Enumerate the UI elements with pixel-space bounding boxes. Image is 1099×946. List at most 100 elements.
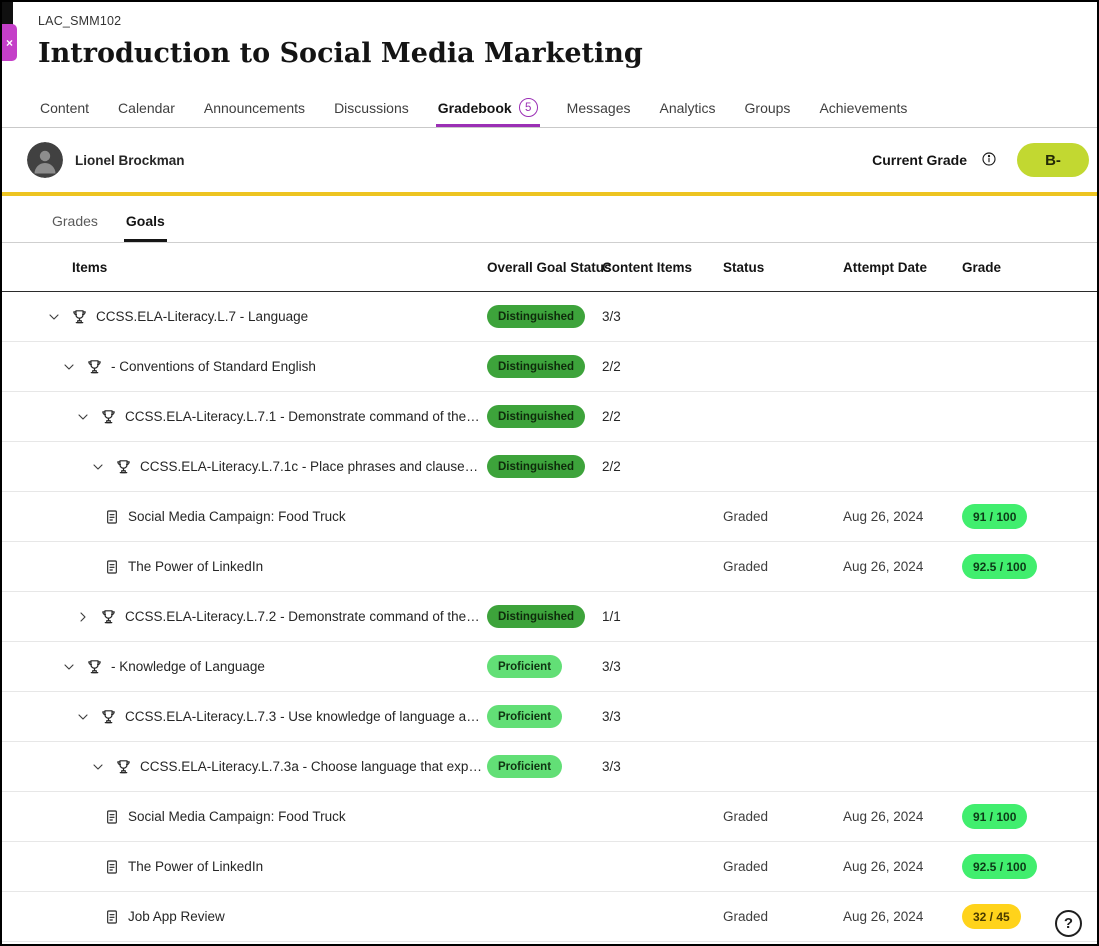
item-status: Graded bbox=[723, 909, 843, 924]
chevron-down-icon bbox=[61, 359, 77, 375]
goal-label: - Knowledge of Language bbox=[111, 659, 265, 674]
attempt-date: Aug 26, 2024 bbox=[843, 509, 962, 524]
course-nav: Content Calendar Announcements Discussio… bbox=[2, 88, 1097, 128]
column-header-status: Status bbox=[723, 260, 843, 275]
table-row: CCSS.ELA-Literacy.L.7.3 - Use knowledge … bbox=[2, 692, 1097, 742]
subtab-goals[interactable]: Goals bbox=[124, 213, 167, 242]
item-status: Graded bbox=[723, 509, 843, 524]
attempt-date: Aug 26, 2024 bbox=[843, 809, 962, 824]
goal-status-badge: Distinguished bbox=[487, 605, 585, 628]
document-icon bbox=[104, 809, 120, 825]
expand-collapse-toggle[interactable] bbox=[89, 758, 107, 776]
grade-pill[interactable]: 32 / 45 bbox=[962, 904, 1021, 929]
table-row: CCSS.ELA-Literacy.L.7.2 - Demonstrate co… bbox=[2, 592, 1097, 642]
chevron-down-icon bbox=[75, 409, 91, 425]
goals-table-header: Items Overall Goal Status Content Items … bbox=[2, 243, 1097, 292]
goal-icon bbox=[86, 358, 103, 375]
table-row: CCSS.ELA-Literacy.L.7.1c - Place phrases… bbox=[2, 442, 1097, 492]
goal-label: - Conventions of Standard English bbox=[111, 359, 316, 374]
tab-calendar[interactable]: Calendar bbox=[116, 88, 177, 127]
table-row: Social Media Campaign: Food Truck Graded… bbox=[2, 792, 1097, 842]
content-items-count: 3/3 bbox=[602, 309, 723, 324]
collapse-panel-tab[interactable]: × bbox=[2, 24, 17, 61]
column-header-grade: Grade bbox=[962, 260, 1097, 275]
goal-icon bbox=[86, 658, 103, 675]
tab-groups[interactable]: Groups bbox=[743, 88, 793, 127]
item-label[interactable]: The Power of LinkedIn bbox=[128, 559, 263, 574]
tab-discussions[interactable]: Discussions bbox=[332, 88, 411, 127]
goal-status-badge: Proficient bbox=[487, 655, 562, 678]
item-label[interactable]: Social Media Campaign: Food Truck bbox=[128, 509, 346, 524]
goal-label: CCSS.ELA-Literacy.L.7.3 - Use knowledge … bbox=[125, 709, 483, 724]
item-status: Graded bbox=[723, 809, 843, 824]
table-row: The Power of LinkedIn Graded Aug 26, 202… bbox=[2, 842, 1097, 892]
attempt-date: Aug 26, 2024 bbox=[843, 909, 962, 924]
grade-pill[interactable]: 92.5 / 100 bbox=[962, 554, 1037, 579]
current-grade-pill[interactable]: B- bbox=[1017, 143, 1089, 177]
grade-pill[interactable]: 91 / 100 bbox=[962, 504, 1027, 529]
tab-announcements[interactable]: Announcements bbox=[202, 88, 307, 127]
chevron-down-icon bbox=[46, 309, 62, 325]
subtab-grades[interactable]: Grades bbox=[50, 213, 100, 242]
goal-status-badge: Distinguished bbox=[487, 355, 585, 378]
expand-collapse-toggle[interactable] bbox=[60, 358, 78, 376]
chevron-down-icon bbox=[90, 459, 106, 475]
content-items-count: 3/3 bbox=[602, 709, 723, 724]
expand-collapse-toggle[interactable] bbox=[60, 658, 78, 676]
content-items-count: 3/3 bbox=[602, 659, 723, 674]
course-header: LAC_SMM102 Introduction to Social Media … bbox=[2, 2, 1097, 72]
current-grade-label: Current Grade bbox=[872, 152, 967, 168]
table-row: - Conventions of Standard English Distin… bbox=[2, 342, 1097, 392]
expand-collapse-toggle[interactable] bbox=[45, 308, 63, 326]
item-label[interactable]: The Power of LinkedIn bbox=[128, 859, 263, 874]
table-row: The Power of LinkedIn Graded Aug 26, 202… bbox=[2, 542, 1097, 592]
course-code: LAC_SMM102 bbox=[38, 13, 1097, 29]
expand-collapse-toggle[interactable] bbox=[74, 408, 92, 426]
info-icon[interactable] bbox=[979, 150, 999, 170]
table-row: Social Media Campaign: Food Truck Graded… bbox=[2, 492, 1097, 542]
goal-status-badge: Proficient bbox=[487, 755, 562, 778]
goal-icon bbox=[100, 408, 117, 425]
expand-collapse-toggle[interactable] bbox=[89, 458, 107, 476]
page-title: Introduction to Social Media Marketing bbox=[38, 36, 1097, 72]
chevron-down-icon bbox=[90, 759, 106, 775]
tab-messages[interactable]: Messages bbox=[565, 88, 633, 127]
current-grade-group: Current Grade B- bbox=[872, 143, 1089, 177]
goal-label: CCSS.ELA-Literacy.L.7.1c - Place phrases… bbox=[140, 459, 483, 474]
document-icon bbox=[104, 909, 120, 925]
avatar[interactable] bbox=[27, 142, 63, 178]
student-summary-bar: Lionel Brockman Current Grade B- bbox=[2, 128, 1097, 196]
course-gradebook-window: × LAC_SMM102 Introduction to Social Medi… bbox=[0, 0, 1099, 946]
table-row: CCSS.ELA-Literacy.L.7.1 - Demonstrate co… bbox=[2, 392, 1097, 442]
goal-status-badge: Distinguished bbox=[487, 305, 585, 328]
goal-status-badge: Proficient bbox=[487, 705, 562, 728]
chevron-down-icon bbox=[75, 709, 91, 725]
attempt-date: Aug 26, 2024 bbox=[843, 559, 962, 574]
tab-analytics[interactable]: Analytics bbox=[657, 88, 717, 127]
table-row: CCSS.ELA-Literacy.L.7 - Language Disting… bbox=[2, 292, 1097, 342]
expand-collapse-toggle[interactable] bbox=[74, 608, 92, 626]
tab-gradebook[interactable]: Gradebook 5 bbox=[436, 88, 540, 127]
collapsed-panel-edge bbox=[2, 2, 13, 26]
item-label[interactable]: Social Media Campaign: Food Truck bbox=[128, 809, 346, 824]
goal-icon bbox=[71, 308, 88, 325]
goal-icon bbox=[115, 758, 132, 775]
grade-pill[interactable]: 91 / 100 bbox=[962, 804, 1027, 829]
item-label[interactable]: Job App Review bbox=[128, 909, 225, 924]
column-header-content-items: Content Items bbox=[602, 260, 723, 275]
help-icon[interactable]: ? bbox=[1055, 910, 1082, 937]
content-items-count: 1/1 bbox=[602, 609, 723, 624]
goal-icon bbox=[115, 458, 132, 475]
gradebook-count-badge: 5 bbox=[519, 98, 538, 117]
tab-achievements[interactable]: Achievements bbox=[817, 88, 909, 127]
column-header-attempt-date: Attempt Date bbox=[843, 260, 962, 275]
tab-content[interactable]: Content bbox=[38, 88, 91, 127]
goal-icon bbox=[100, 608, 117, 625]
column-header-overall-goal-status: Overall Goal Status bbox=[487, 260, 602, 275]
goal-status-badge: Distinguished bbox=[487, 455, 585, 478]
document-icon bbox=[104, 859, 120, 875]
close-icon: × bbox=[6, 36, 13, 50]
goal-status-badge: Distinguished bbox=[487, 405, 585, 428]
grade-pill[interactable]: 92.5 / 100 bbox=[962, 854, 1037, 879]
expand-collapse-toggle[interactable] bbox=[74, 708, 92, 726]
